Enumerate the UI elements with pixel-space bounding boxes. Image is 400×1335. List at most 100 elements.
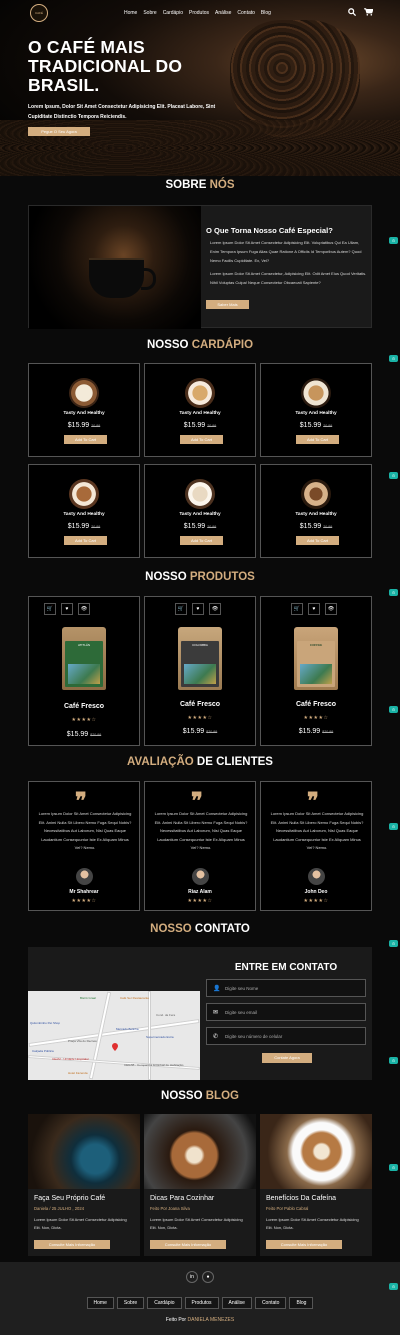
floating-chat-icon[interactable]: ⊙ <box>389 1057 398 1064</box>
avatar <box>192 868 209 885</box>
coffee-bag-image: COFFEE <box>294 627 338 690</box>
blog-post-text: Lorem Ipsum Dolor Sit Amet Consectetur A… <box>150 1217 243 1230</box>
add-to-cart-button[interactable]: Add To Cart <box>296 536 339 545</box>
blog-card: Benefícios Da Cafeína Feito Por Pablo Ca… <box>260 1114 372 1256</box>
menu-item-name: Tasty And Healthy <box>179 411 221 416</box>
floating-chat-icon[interactable]: ⊙ <box>389 355 398 362</box>
logo[interactable]: CAFÉ <box>30 4 48 22</box>
product-name: Café Fresco <box>63 703 105 710</box>
nav-contato[interactable]: Contato <box>237 10 255 16</box>
cart-icon[interactable]: 🛒 <box>291 603 303 615</box>
read-more-button[interactable]: Consulte Mais Informação <box>266 1240 342 1249</box>
floating-chat-icon[interactable]: ⊙ <box>389 472 398 479</box>
price-current: $15.99 <box>66 731 89 738</box>
map-label: Cond. da Fera <box>156 1013 176 1017</box>
about-more-button[interactable]: Saber Mais <box>206 300 249 309</box>
about-card: O Que Torna Nosso Café Especial? Lorem I… <box>28 205 372 329</box>
footer-link-cardapio[interactable]: Cardápio <box>147 1297 182 1309</box>
product-card: 🛒 ♥ 👁 ATITLÁN Café Fresco ★★★★☆ $15.99 $20.… <box>28 596 140 746</box>
name-field[interactable]: 👤 Digite seu Nome <box>206 979 366 997</box>
add-to-cart-button[interactable]: Add To Cart <box>180 435 223 444</box>
add-to-cart-button[interactable]: Add To Cart <box>64 536 107 545</box>
map-label: Praça Vila do Recreio <box>68 1039 97 1043</box>
review-text: Lorem Ipsum Dolor Sit Amet Consectetur A… <box>154 811 248 850</box>
heart-icon[interactable]: ♥ <box>61 603 73 615</box>
read-more-button[interactable]: Consulte Mais Informação <box>150 1240 226 1249</box>
product-price: $15.99 $20.99 <box>29 731 139 738</box>
price-current: $15.99 <box>299 523 322 530</box>
footer-link-blog[interactable]: Blog <box>289 1297 314 1309</box>
product-price: $15.99 $20.99 <box>261 728 371 735</box>
about-paragraph-1: Lorem Ipsum Dolor Sit Amet Consectetur A… <box>210 240 362 263</box>
menu-item-name: Tasty And Healthy <box>63 411 105 416</box>
heart-icon[interactable]: ♥ <box>308 603 320 615</box>
cart-icon[interactable]: 🛒 <box>44 603 56 615</box>
blog-post-title[interactable]: Faça Seu Próprio Café <box>34 1195 105 1202</box>
products-title-a: NOSSO <box>145 571 190 583</box>
menu-item-price: $15.99 20.99 <box>29 523 139 530</box>
map-label: Supermercado Extra <box>146 1035 174 1039</box>
footer-link-contato[interactable]: Contato <box>254 1297 287 1309</box>
add-to-cart-button[interactable]: Add To Cart <box>180 536 223 545</box>
eye-icon[interactable]: 👁 <box>78 603 90 615</box>
nav-sobre[interactable]: Sobre <box>143 10 156 16</box>
cart-icon[interactable] <box>364 8 373 16</box>
floating-chat-icon[interactable]: ⊙ <box>389 706 398 713</box>
nav-analise[interactable]: Análise <box>215 10 231 16</box>
products-title-b: PRODUTOS <box>189 571 255 583</box>
footer-link-sobre[interactable]: Sobre <box>116 1297 145 1309</box>
floating-chat-icon[interactable]: ⊙ <box>389 940 398 947</box>
eye-icon[interactable]: 👁 <box>325 603 337 615</box>
phone-field[interactable]: ✆ Digite seu número de celular <box>206 1027 366 1045</box>
nav-home[interactable]: Home <box>124 10 137 16</box>
nav-cardapio[interactable]: Cardápio <box>163 10 183 16</box>
nav-blog[interactable]: Blog <box>261 10 271 16</box>
add-to-cart-button[interactable]: Add To Cart <box>296 435 339 444</box>
menu-card: Tasty And Healthy $15.99 20.99 Add To Car… <box>144 464 256 558</box>
map-label: Quilombinho Pet Shop <box>30 1021 61 1025</box>
product-card: 🛒 ♥ 👁 COLOMBIA Café Fresco ★★★★☆ $15.99 $20… <box>144 596 256 746</box>
github-icon[interactable]: ● <box>202 1271 214 1283</box>
products-title: NOSSO PRODUTOS <box>0 571 400 583</box>
nav-produtos[interactable]: Produtos <box>189 10 209 16</box>
reviews-title-a: AVALIAÇÃO <box>127 756 194 768</box>
floating-chat-icon[interactable]: ⊙ <box>389 237 398 244</box>
main-nav: Home Sobre Cardápio Produtos Análise Con… <box>124 10 271 16</box>
add-to-cart-button[interactable]: Add To Cart <box>64 435 107 444</box>
floating-chat-icon[interactable]: ⊙ <box>389 1164 398 1171</box>
rating-stars: ★★★★☆ <box>187 715 213 721</box>
price-old: 20.99 <box>91 525 101 529</box>
cart-icon[interactable]: 🛒 <box>175 603 187 615</box>
email-field[interactable]: ✉ Digite seu email <box>206 1003 366 1021</box>
footer-link-home[interactable]: Home <box>86 1297 114 1309</box>
phone-placeholder: Digite seu número de celular <box>225 1033 283 1039</box>
rating-stars: ★★★★☆ <box>187 898 213 904</box>
contact-submit-button[interactable]: Contate Agora <box>262 1053 312 1063</box>
avatar <box>76 868 93 885</box>
floating-chat-icon[interactable]: ⊙ <box>389 823 398 830</box>
footer-link-produtos[interactable]: Produtos <box>184 1297 219 1309</box>
heart-icon[interactable]: ♥ <box>192 603 204 615</box>
coffee-cup-icon <box>185 479 215 509</box>
menu-card: Tasty And Healthy $15.99 20.99 Add To Car… <box>260 464 372 558</box>
hero-cta-button[interactable]: Pegue O Seu Agora <box>28 127 90 136</box>
search-icon[interactable] <box>348 8 356 16</box>
floating-chat-icon[interactable]: ⊙ <box>389 1283 398 1290</box>
linkedin-icon[interactable]: in <box>186 1271 198 1283</box>
footer-link-analise[interactable]: Análise <box>221 1297 252 1309</box>
menu-item-price: $15.99 20.99 <box>145 523 255 530</box>
coffee-cup-icon <box>185 378 215 408</box>
blog-post-title[interactable]: Benefícios Da Cafeína <box>266 1195 336 1202</box>
eye-icon[interactable]: 👁 <box>209 603 221 615</box>
blog-image <box>28 1114 140 1189</box>
menu-card: Tasty And Healthy $15.99 20.99 Add To Car… <box>144 363 256 457</box>
read-more-button[interactable]: Consulte Mais Informação <box>34 1240 110 1249</box>
floating-chat-icon[interactable]: ⊙ <box>389 589 398 596</box>
map-label: Calçada Pública <box>32 1049 54 1053</box>
menu-item-price: $15.99 20.99 <box>29 422 139 429</box>
about-title-a: SOBRE <box>165 179 210 191</box>
blog-post-title[interactable]: Dicas Para Cozinhar <box>150 1195 214 1202</box>
about-title-b: NÓS <box>209 179 235 191</box>
map[interactable]: Bistrô Graal Café Ser Restaurante Cond. … <box>28 991 200 1080</box>
credit-author: DANIELA MENEZES <box>187 1317 235 1323</box>
